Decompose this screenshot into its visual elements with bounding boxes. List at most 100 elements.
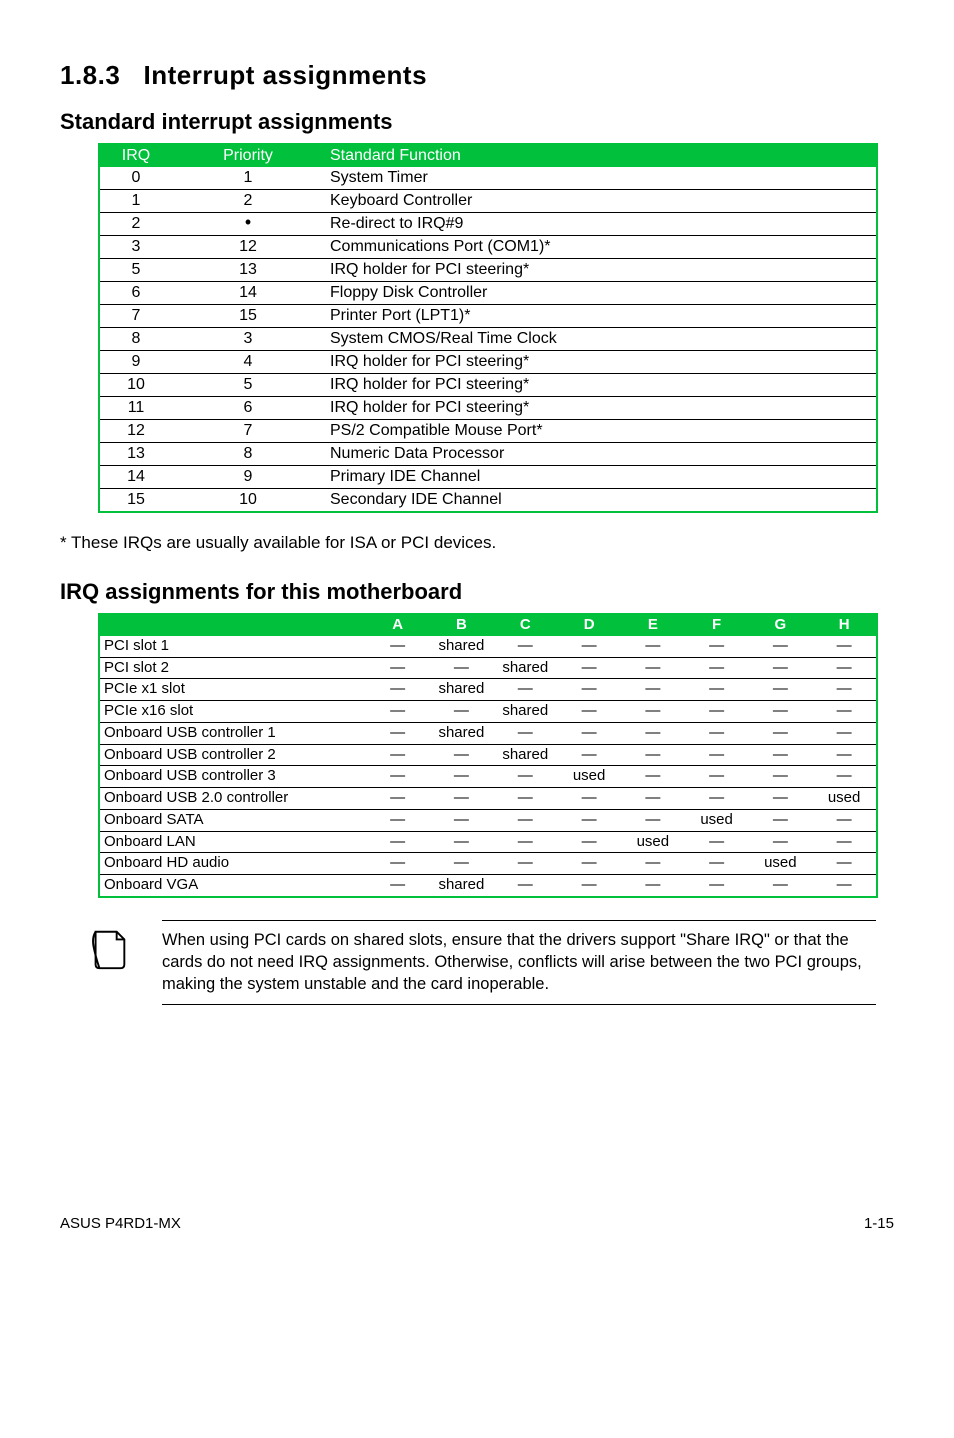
cell-value: — xyxy=(366,831,430,853)
cell-priority: 14 xyxy=(172,282,324,305)
cell-value: — xyxy=(748,788,812,810)
cell-priority: 9 xyxy=(172,466,324,489)
cell-value: — xyxy=(429,657,493,679)
cell-value: — xyxy=(748,766,812,788)
th-device-blank xyxy=(99,614,366,636)
cell-value: — xyxy=(429,831,493,853)
cell-value: — xyxy=(493,722,557,744)
cell-value: — xyxy=(748,701,812,723)
table-row: Onboard LAN————used——— xyxy=(99,831,877,853)
cell-device: Onboard USB 2.0 controller xyxy=(99,788,366,810)
cell-device: PCIe x1 slot xyxy=(99,679,366,701)
cell-device: Onboard HD audio xyxy=(99,853,366,875)
cell-value: used xyxy=(748,853,812,875)
cell-value: — xyxy=(621,701,685,723)
subheading-standard: Standard interrupt assignments xyxy=(60,109,894,135)
cell-priority: 1 xyxy=(172,167,324,190)
cell-value: — xyxy=(557,809,621,831)
table-row: 2•Re-direct to IRQ#9 xyxy=(99,213,877,236)
cell-value: — xyxy=(685,701,749,723)
cell-value: — xyxy=(685,766,749,788)
cell-value: — xyxy=(812,657,877,679)
cell-device: Onboard LAN xyxy=(99,831,366,853)
th-col: H xyxy=(812,614,877,636)
cell-value: — xyxy=(685,722,749,744)
cell-value: — xyxy=(621,875,685,897)
cell-priority: 3 xyxy=(172,328,324,351)
cell-device: Onboard USB controller 3 xyxy=(99,766,366,788)
cell-function: System Timer xyxy=(324,167,877,190)
cell-value: — xyxy=(493,766,557,788)
cell-priority: 8 xyxy=(172,443,324,466)
cell-value: — xyxy=(685,636,749,657)
table-row: 12Keyboard Controller xyxy=(99,190,877,213)
section-number: 1.8.3 xyxy=(60,60,120,90)
cell-value: — xyxy=(557,636,621,657)
table-row: Onboard SATA—————used—— xyxy=(99,809,877,831)
cell-value: — xyxy=(812,875,877,897)
cell-value: — xyxy=(493,853,557,875)
cell-value: — xyxy=(685,744,749,766)
cell-value: — xyxy=(366,853,430,875)
cell-value: shared xyxy=(429,722,493,744)
cell-function: System CMOS/Real Time Clock xyxy=(324,328,877,351)
table-row: 127PS/2 Compatible Mouse Port* xyxy=(99,420,877,443)
cell-irq: 0 xyxy=(99,167,172,190)
cell-priority: 12 xyxy=(172,236,324,259)
cell-irq: 9 xyxy=(99,351,172,374)
cell-value: — xyxy=(748,679,812,701)
section-title: Interrupt assignments xyxy=(144,60,428,90)
cell-function: Printer Port (LPT1)* xyxy=(324,305,877,328)
cell-value: — xyxy=(429,701,493,723)
table-row: 116IRQ holder for PCI steering* xyxy=(99,397,877,420)
cell-value: — xyxy=(685,853,749,875)
cell-function: PS/2 Compatible Mouse Port* xyxy=(324,420,877,443)
cell-value: — xyxy=(366,766,430,788)
subheading-motherboard: IRQ assignments for this motherboard xyxy=(60,579,894,605)
paper-icon xyxy=(86,920,162,977)
motherboard-irq-table: ABCDEFGH PCI slot 1—shared——————PCI slot… xyxy=(98,613,878,898)
th-priority: Priority xyxy=(172,144,324,167)
cell-value: — xyxy=(557,722,621,744)
table-row: Onboard VGA—shared—————— xyxy=(99,875,877,897)
th-col: B xyxy=(429,614,493,636)
cell-value: — xyxy=(557,875,621,897)
th-col: G xyxy=(748,614,812,636)
standard-irq-table: IRQ Priority Standard Function 01System … xyxy=(98,143,878,513)
cell-value: — xyxy=(812,831,877,853)
cell-value: shared xyxy=(493,657,557,679)
th-function: Standard Function xyxy=(324,144,877,167)
cell-value: — xyxy=(493,636,557,657)
cell-priority: 2 xyxy=(172,190,324,213)
cell-value: — xyxy=(493,788,557,810)
cell-value: — xyxy=(621,679,685,701)
cell-irq: 2 xyxy=(99,213,172,236)
cell-priority: 13 xyxy=(172,259,324,282)
cell-value: — xyxy=(748,875,812,897)
table-row: 149Primary IDE Channel xyxy=(99,466,877,489)
cell-value: — xyxy=(812,809,877,831)
cell-value: — xyxy=(621,853,685,875)
cell-value: — xyxy=(621,722,685,744)
footer-page: 1-15 xyxy=(864,1215,894,1232)
cell-value: — xyxy=(493,875,557,897)
cell-device: PCI slot 1 xyxy=(99,636,366,657)
cell-value: — xyxy=(748,809,812,831)
cell-value: — xyxy=(557,657,621,679)
note-text: * These IRQs are usually available for I… xyxy=(60,533,894,553)
th-col: E xyxy=(621,614,685,636)
table-row: Onboard USB controller 2——shared————— xyxy=(99,744,877,766)
cell-value: — xyxy=(557,853,621,875)
cell-value: — xyxy=(621,788,685,810)
cell-value: shared xyxy=(429,679,493,701)
cell-function: IRQ holder for PCI steering* xyxy=(324,397,877,420)
callout-text: When using PCI cards on shared slots, en… xyxy=(162,920,876,1005)
cell-value: — xyxy=(429,809,493,831)
cell-irq: 14 xyxy=(99,466,172,489)
cell-value: — xyxy=(685,679,749,701)
th-col: F xyxy=(685,614,749,636)
th-col: A xyxy=(366,614,430,636)
table-row: 715Printer Port (LPT1)* xyxy=(99,305,877,328)
cell-priority: 7 xyxy=(172,420,324,443)
table-row: 1510Secondary IDE Channel xyxy=(99,489,877,513)
